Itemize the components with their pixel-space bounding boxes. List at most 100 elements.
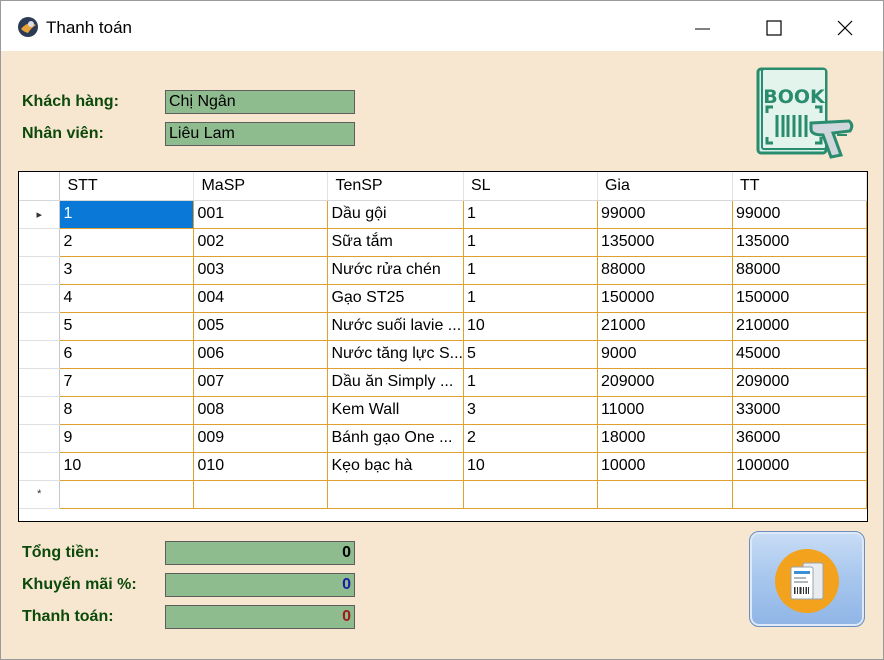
table-cell[interactable] [732,480,868,509]
new-row-marker[interactable]: * [19,480,61,509]
row-header[interactable] [19,340,61,369]
table-cell[interactable]: 36000 [732,424,868,453]
table-cell[interactable] [463,480,598,509]
column-header-tensp[interactable]: TenSP [327,172,464,201]
column-header-tt[interactable]: TT [732,172,868,201]
table-cell[interactable]: 10 [59,452,195,481]
table-cell[interactable]: 99000 [732,200,868,229]
pay-button[interactable] [749,531,865,627]
table-cell[interactable]: 150000 [597,284,733,313]
table-cell[interactable]: 2 [463,424,598,453]
table-row[interactable]: 2 002 Sữa tắm 1 135000 135000 [19,228,868,257]
title-bar[interactable]: Thanh toán [1,1,883,51]
table-cell[interactable]: 135000 [597,228,733,257]
table-cell[interactable]: 1 [463,228,598,257]
row-header[interactable] [19,312,61,341]
employee-field[interactable]: Liêu Lam [165,122,355,146]
table-cell[interactable]: 002 [193,228,329,257]
table-cell[interactable]: 7 [59,368,195,397]
table-cell[interactable]: 135000 [732,228,868,257]
table-cell[interactable] [193,480,329,509]
table-cell[interactable]: 150000 [732,284,868,313]
table-cell[interactable]: 1 [463,368,598,397]
table-row[interactable]: 7 007 Dầu ăn Simply ... 1 209000 209000 [19,368,868,397]
table-cell[interactable]: 006 [193,340,329,369]
table-cell[interactable]: 21000 [597,312,733,341]
table-cell[interactable]: Bánh gạo One ... [327,424,464,453]
table-cell[interactable]: 9 [59,424,195,453]
table-cell[interactable]: 10 [463,452,598,481]
row-header[interactable] [19,256,61,285]
table-row[interactable]: 10 010 Kẹo bạc hà 10 10000 100000 [19,452,868,481]
table-cell[interactable]: 001 [193,200,329,229]
minimize-button[interactable] [668,1,738,51]
table-cell[interactable]: 33000 [732,396,868,425]
table-cell[interactable]: Kẹo bạc hà [327,452,464,481]
table-cell[interactable]: 4 [59,284,195,313]
table-cell[interactable]: 11000 [597,396,733,425]
table-cell[interactable]: 45000 [732,340,868,369]
table-cell[interactable]: 100000 [732,452,868,481]
table-cell[interactable]: Nước rửa chén [327,256,464,285]
table-cell[interactable] [597,480,733,509]
column-header-masp[interactable]: MaSP [193,172,329,201]
table-cell[interactable]: 3 [463,396,598,425]
table-cell[interactable]: Nước suối lavie ... [327,312,464,341]
table-cell[interactable]: 8 [59,396,195,425]
table-cell[interactable]: 010 [193,452,329,481]
table-cell[interactable]: 88000 [597,256,733,285]
table-cell[interactable]: Dầu ăn Simply ... [327,368,464,397]
table-cell[interactable]: 99000 [597,200,733,229]
row-header[interactable] [19,228,61,257]
discount-field[interactable]: 0 [165,573,355,597]
table-cell[interactable]: 1 [463,256,598,285]
table-cell[interactable]: Kem Wall [327,396,464,425]
table-cell[interactable]: 210000 [732,312,868,341]
table-cell[interactable]: 209000 [597,368,733,397]
table-cell[interactable]: 5 [463,340,598,369]
table-cell[interactable]: 3 [59,256,195,285]
table-cell[interactable]: 005 [193,312,329,341]
payment-field[interactable]: 0 [165,605,355,629]
table-row[interactable]: 9 009 Bánh gạo One ... 2 18000 36000 [19,424,868,453]
column-header-gia[interactable]: Gia [597,172,733,201]
table-cell[interactable]: 88000 [732,256,868,285]
table-cell[interactable]: 9000 [597,340,733,369]
table-cell[interactable] [327,480,464,509]
table-cell[interactable]: 10 [463,312,598,341]
table-row[interactable]: 3 003 Nước rửa chén 1 88000 88000 [19,256,868,285]
row-header[interactable] [19,368,61,397]
table-row[interactable]: 4 004 Gạo ST25 1 150000 150000 [19,284,868,313]
table-cell[interactable]: 1 [463,284,598,313]
column-header-sl[interactable]: SL [463,172,598,201]
table-row[interactable]: 5 005 Nước suối lavie ... 10 21000 21000… [19,312,868,341]
table-cell[interactable]: 209000 [732,368,868,397]
row-header[interactable] [19,284,61,313]
table-row[interactable]: 6 006 Nước tăng lực S... 5 9000 45000 [19,340,868,369]
table-cell[interactable]: 004 [193,284,329,313]
row-header[interactable] [19,424,61,453]
table-cell[interactable]: 18000 [597,424,733,453]
row-header[interactable] [19,396,61,425]
table-cell[interactable]: 009 [193,424,329,453]
table-row[interactable]: 8 008 Kem Wall 3 11000 33000 [19,396,868,425]
row-header[interactable] [19,452,61,481]
table-cell[interactable]: 008 [193,396,329,425]
table-cell[interactable]: 5 [59,312,195,341]
table-cell[interactable]: Nước tăng lực S... [327,340,464,369]
table-cell[interactable]: 1 [463,200,598,229]
table-cell[interactable]: 1 [59,200,195,229]
table-cell[interactable]: 6 [59,340,195,369]
table-cell[interactable]: Gạo ST25 [327,284,464,313]
table-cell[interactable]: 10000 [597,452,733,481]
table-row[interactable]: ▸ 1 001 Dầu gội 1 99000 99000 [19,200,868,229]
current-row-marker[interactable]: ▸ [19,200,61,229]
table-cell[interactable] [59,480,195,509]
column-header-stt[interactable]: STT [59,172,195,201]
products-grid[interactable]: STT MaSP TenSP SL Gia TT ▸ 1 001 Dầu gội… [18,171,868,522]
table-cell[interactable]: Dầu gội [327,200,464,229]
maximize-button[interactable] [739,1,809,51]
table-cell[interactable]: Sữa tắm [327,228,464,257]
customer-field[interactable]: Chị Ngân [165,90,355,114]
total-field[interactable]: 0 [165,541,355,565]
